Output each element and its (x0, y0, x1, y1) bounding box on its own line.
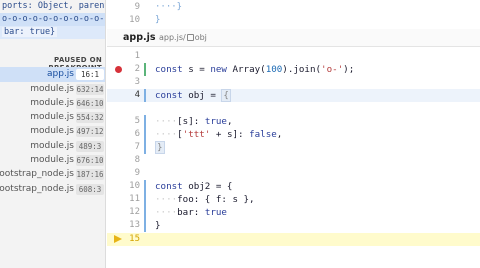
line-number[interactable]: 7 (107, 141, 140, 154)
line-number[interactable]: 3 (107, 76, 140, 89)
previous-editor-snippet: 9 ····} 10 } (107, 0, 480, 27)
line-number[interactable]: 15 (107, 233, 140, 246)
frame-location-badge: 632:14 (76, 84, 104, 95)
scope-variable-line[interactable]: o-o-o-o-o-o-o-o-o-o-o-o-o-… (0, 13, 105, 26)
breadcrumb-file: app.js/ (159, 33, 186, 42)
tab-app-js[interactable]: app.js (123, 32, 156, 43)
line-number[interactable]: 2 (107, 63, 140, 76)
call-stack-frame[interactable]: module.js 646:10 (0, 96, 105, 111)
scope-variable-line[interactable]: ports: Object, parent: n… (0, 0, 105, 13)
breadcrumb-symbol: obj (194, 33, 207, 42)
frame-file-name: bootstrap_node.js (0, 169, 74, 179)
code-line: 11 ····foo: { f: s }, (107, 193, 480, 206)
line-number: 10 (129, 15, 140, 25)
code-line: 1 (107, 50, 480, 63)
code-line: 5 ····[s]: true, (107, 115, 480, 154)
line-number[interactable]: 1 (107, 50, 140, 63)
frame-location-badge: 676:10 (76, 155, 104, 166)
line-number[interactable]: 4 (107, 89, 140, 102)
code-text: } (155, 220, 161, 231)
frame-location-badge: 187:16 (76, 169, 104, 180)
frame-file-name: bootstrap_node.js (0, 184, 74, 194)
code-line: 12 ····bar: true (107, 206, 480, 219)
code-text: ····['ttt' + s]: false, (155, 129, 283, 140)
code-text: } (155, 141, 165, 154)
frame-file-name: module.js (30, 84, 74, 94)
code-line: ····} (155, 2, 183, 12)
frame-file-name: module.js (30, 155, 74, 165)
call-stack-frame[interactable]: app.js 16:1 (0, 67, 105, 82)
debugger-sidebar: ports: Object, parent: n… o-o-o-o-o-o-o-… (0, 0, 106, 268)
current-code-line: 4 const obj = { (107, 89, 480, 102)
call-stack-frame[interactable]: module.js 489:3 (0, 139, 105, 154)
frame-file-name: module.js (30, 98, 74, 108)
line-number[interactable]: 6 (107, 128, 140, 141)
frame-location-badge: 497:12 (76, 126, 104, 137)
call-stack-frame[interactable]: module.js 497:12 (0, 124, 105, 139)
code-line: 8 (107, 154, 480, 167)
call-stack-frame[interactable]: module.js 632:14 (0, 82, 105, 97)
code-line: 7 } (107, 141, 480, 154)
code-text: const obj = { (155, 89, 231, 102)
frame-location-badge: 608:3 (76, 184, 104, 195)
object-icon (186, 34, 194, 41)
git-change-bar (144, 63, 146, 76)
frame-location-badge: 646:10 (76, 98, 104, 109)
line-number[interactable]: 5 (107, 115, 140, 128)
breadcrumb[interactable]: app.js/obj (159, 33, 207, 42)
call-stack-frame[interactable]: module.js 554:32 (0, 110, 105, 125)
scope-variable-line[interactable]: bar: true} (0, 26, 105, 39)
call-stack-frame[interactable]: module.js 676:10 (0, 153, 105, 168)
line-number[interactable]: 9 (107, 167, 140, 180)
frame-location-badge: 489:3 (76, 141, 104, 152)
frame-file-name: module.js (30, 112, 74, 122)
scope-variable-value: bar: true} (2, 27, 58, 37)
line-number[interactable]: 10 (107, 180, 140, 193)
code-editor[interactable]: 1 2 const s = new Array(100).join('o-');… (107, 48, 480, 268)
paused-code-line: 15 (107, 233, 480, 246)
frame-file-name: module.js (30, 141, 74, 151)
code-text: ····[s]: true, (155, 116, 233, 127)
line-number[interactable]: 12 (107, 206, 140, 219)
frame-file-name: app.js (47, 69, 74, 79)
frame-location-badge: 554:32 (76, 112, 104, 123)
code-line: 3 (107, 76, 480, 89)
code-line: 2 const s = new Array(100).join('o-'); (107, 63, 480, 76)
line-number[interactable]: 8 (107, 154, 140, 167)
line-number[interactable]: 11 (107, 193, 140, 206)
code-line: 13 } (107, 219, 480, 232)
code-line: 6 ····['ttt' + s]: false, (107, 128, 480, 141)
code-text: const s = new Array(100).join('o-'); (155, 64, 355, 75)
code-line: 10 const obj2 = { (107, 180, 480, 232)
code-text: const obj2 = { (155, 181, 233, 192)
line-number[interactable]: 13 (107, 219, 140, 232)
code-line: } (155, 15, 161, 25)
call-stack-frame[interactable]: bootstrap_node.js 608:3 (0, 182, 105, 197)
code-text: ····bar: true (155, 207, 227, 218)
git-change-bar (144, 89, 146, 102)
line-number: 9 (134, 2, 140, 12)
frame-file-name: module.js (30, 126, 74, 136)
code-line: 9 (107, 167, 480, 180)
editor-tab-bar: app.js app.js/obj (107, 29, 480, 47)
code-text: ····foo: { f: s }, (155, 194, 255, 205)
frame-location-badge: 16:1 (76, 69, 104, 80)
call-stack-frame[interactable]: bootstrap_node.js 187:16 (0, 167, 105, 182)
